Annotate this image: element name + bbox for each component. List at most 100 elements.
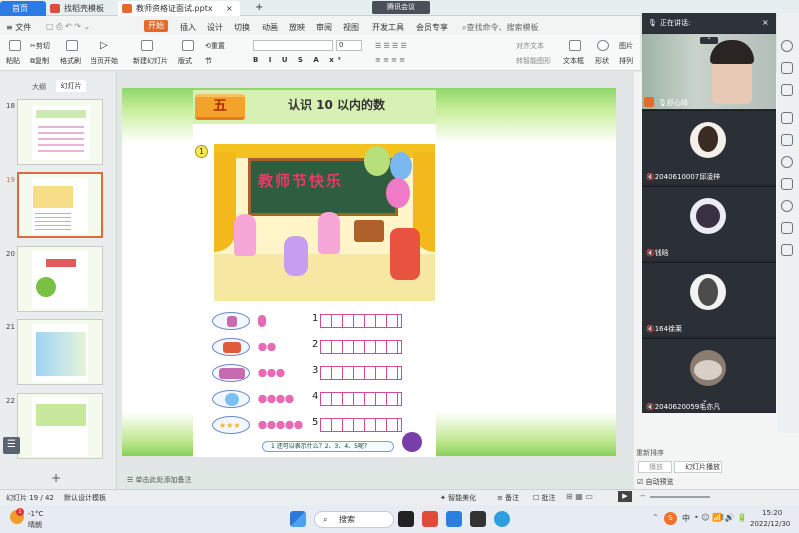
shape-button[interactable]: 形状 [595, 56, 609, 66]
menu-member[interactable]: 会员专享 [416, 22, 448, 33]
text-format-buttons[interactable]: B I U S A x² [253, 56, 345, 64]
tab-outline[interactable]: 大纲 [32, 82, 46, 92]
menu-slideshow[interactable]: 放映 [289, 22, 305, 33]
slide-thumb-22[interactable] [17, 393, 103, 459]
shape-icon[interactable] [597, 40, 609, 51]
section-button[interactable]: 节 [205, 56, 212, 66]
menu-file[interactable]: ≡ 文件 [6, 22, 31, 33]
play-from-current[interactable]: 当页开始 [90, 56, 118, 66]
paste-icon[interactable] [9, 40, 21, 51]
start-icon[interactable] [290, 511, 306, 527]
animation-icon[interactable] [781, 84, 793, 96]
font-name-select[interactable] [253, 40, 333, 51]
alignment-buttons[interactable]: ≡ ≡ ≡ ≡ [375, 56, 405, 64]
panel-close-icon[interactable]: × [762, 18, 769, 27]
view-mode-buttons[interactable]: ⊞ ▦ ▭ [566, 492, 593, 501]
slideshow-play-icon[interactable]: ▶ [618, 491, 632, 502]
tools-icon[interactable] [781, 244, 793, 256]
tray-expand-icon[interactable]: ⌃ [652, 513, 659, 522]
wps-icon[interactable] [422, 511, 438, 527]
network-volume-battery-icons[interactable]: 📶 🔊 🔋 [712, 513, 747, 522]
layout-icon[interactable] [182, 40, 194, 51]
share-icon[interactable] [781, 40, 793, 52]
menu-view[interactable]: 视图 [343, 22, 359, 33]
arrange-button[interactable]: 排列 [619, 56, 633, 66]
question-bubble: 1 还可以表示什么？2、3、4、5呢？ [262, 441, 394, 452]
task-view-icon[interactable] [398, 511, 414, 527]
thumb-rows [35, 210, 71, 230]
slide-thumb-21[interactable] [17, 319, 103, 385]
menu-animation[interactable]: 动画 [262, 22, 278, 33]
tencent-meeting-icon[interactable] [446, 511, 462, 527]
slide-thumb-19[interactable] [17, 172, 103, 238]
edge-icon[interactable] [494, 511, 510, 527]
ime-lang[interactable]: 中 [682, 513, 690, 524]
comment-icon: ☐ [533, 494, 540, 502]
menu-insert[interactable]: 插入 [180, 22, 196, 33]
meeting-indicator[interactable]: 腾讯会议 [372, 1, 430, 14]
tab-start[interactable]: 开始 [144, 20, 168, 32]
align-text-button[interactable]: 对齐文本 [516, 41, 544, 51]
tab-slides[interactable]: 幻灯片 [56, 80, 86, 92]
zoom-out-icon[interactable]: − [640, 492, 646, 500]
exercise-number: 1 [195, 145, 208, 158]
paragraph-buttons[interactable]: ☰ ☰ ☰ ☰ [375, 42, 407, 50]
new-tab-icon[interactable]: + [255, 2, 263, 13]
quick-access[interactable]: ▢ ⎙ ↶ ↷ ⌄ [46, 22, 90, 32]
font-size-select[interactable]: 0 [336, 40, 362, 51]
layers-icon[interactable] [781, 134, 793, 146]
play-icon[interactable]: ▷ [100, 40, 108, 51]
add-slide-icon[interactable]: + [51, 471, 61, 485]
textbox-icon[interactable] [569, 40, 581, 51]
mic-muted-icon: 🔇 [646, 249, 655, 257]
comment-button[interactable]: ☐ 批注 [533, 493, 556, 503]
paste-button[interactable]: 粘贴 [6, 56, 20, 66]
bookmark-icon[interactable] [781, 222, 793, 234]
new-slide-icon[interactable] [141, 40, 153, 51]
notes-icon: ≡ [497, 494, 503, 502]
play-button[interactable]: 播放 [638, 461, 672, 473]
properties-icon[interactable] [781, 62, 793, 74]
copy-button[interactable]: ⧉复制 [30, 56, 49, 66]
globe-icon[interactable] [781, 156, 793, 168]
slide-thumb-18[interactable] [17, 99, 103, 165]
zoom-slider[interactable] [650, 496, 710, 498]
menu-review[interactable]: 审阅 [316, 22, 332, 33]
collapse-icon[interactable]: ⌃ [700, 37, 718, 44]
slide-thumb-20[interactable] [17, 246, 103, 312]
notes-button[interactable]: ≡ 备注 [497, 493, 519, 503]
format-painter-icon[interactable] [66, 40, 78, 51]
taskbar-search[interactable]: ⌕ 搜索 [314, 511, 394, 528]
slideshow-button[interactable]: 幻灯片播放 [674, 461, 722, 473]
weather-desc: 晴朗 [28, 521, 42, 529]
reset-button[interactable]: ⟲重置 [205, 41, 225, 51]
textbox-button[interactable]: 文本框 [563, 56, 584, 66]
menu-dev[interactable]: 开发工具 [372, 22, 404, 33]
picture-oval: ★★★ [212, 416, 250, 434]
menu-switch[interactable]: 切换 [234, 22, 250, 33]
tab-home[interactable]: 首页 [0, 1, 46, 16]
camera-app-icon[interactable] [470, 511, 486, 527]
cut-button[interactable]: ✂剪切 [30, 41, 50, 51]
menu-design[interactable]: 设计 [207, 22, 223, 33]
smart-beautify-button[interactable]: ✦ 智能美化 [440, 493, 476, 503]
autoplay-checkbox[interactable]: ☑ 自动预览 [637, 477, 674, 487]
close-tab-icon[interactable]: × [226, 1, 233, 16]
new-slide-button[interactable]: 新建幻灯片 [133, 56, 168, 66]
speaking-indicator: 🎙 正在讲话: [642, 13, 776, 33]
layout-button[interactable]: 版式 [178, 56, 192, 66]
settings-icon[interactable] [781, 112, 793, 124]
curtain-left [214, 152, 236, 252]
sogou-icon[interactable]: S [664, 512, 677, 525]
command-search[interactable]: ⌕查找命令、搜索模板 [462, 22, 538, 33]
tab-template-store[interactable]: 找稻壳模板 [46, 1, 116, 16]
tab-document[interactable]: 教师资格证面试.pptx × [118, 1, 240, 16]
location-icon[interactable] [781, 200, 793, 212]
picture-oval [212, 390, 250, 408]
notes-placeholder[interactable]: ☰ 单击此处添加备注 [117, 473, 634, 487]
edit-icon[interactable] [781, 178, 793, 190]
format-painter-button[interactable]: 格式刷 [60, 56, 81, 66]
panel-toggle-icon[interactable]: ☰ [3, 437, 20, 454]
picture-button[interactable]: 图片 [619, 41, 633, 51]
smart-art-button[interactable]: 转智能图形 [516, 56, 551, 66]
